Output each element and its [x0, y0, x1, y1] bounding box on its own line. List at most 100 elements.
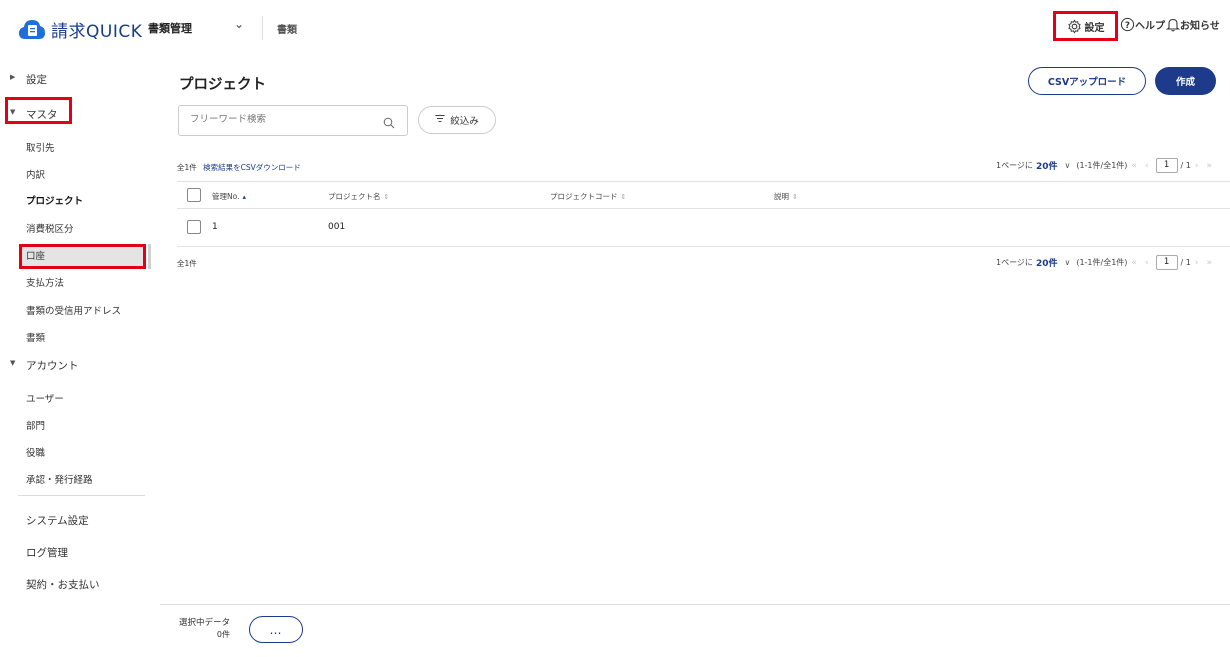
sidebar-item-payment[interactable]: 支払方法: [26, 275, 64, 289]
first-page-icon[interactable]: «: [1131, 258, 1137, 268]
selected-label: 選択中データ: [179, 618, 231, 628]
sidebar-item-receive-address[interactable]: 書類の受信用アドレス: [26, 303, 121, 317]
sidebar-item-departments[interactable]: 部門: [26, 418, 45, 432]
sidebar-divider: [18, 495, 145, 496]
page-input[interactable]: 1: [1155, 158, 1178, 173]
column-header-description[interactable]: 説明 ⇕: [774, 191, 798, 202]
document-logo-icon: [19, 19, 45, 41]
csv-upload-button[interactable]: CSVアップロード: [1028, 67, 1146, 95]
table-header: 管理No. ▴ プロジェクト名 ⇕ プロジェクトコード ⇕ 説明 ⇕: [177, 181, 1230, 209]
sort-icon[interactable]: ⇕: [384, 193, 390, 201]
first-page-icon[interactable]: «: [1131, 161, 1137, 171]
table-row[interactable]: 1 001: [177, 209, 1230, 247]
main-content: プロジェクト CSVアップロード 作成 絞込み 全1件 検索結果をCSVダウンロ…: [160, 58, 1230, 604]
last-page-icon[interactable]: »: [1206, 161, 1212, 171]
sidebar-item-approval-route[interactable]: 承認・発行経路: [26, 472, 93, 486]
next-page-icon[interactable]: ›: [1195, 258, 1199, 268]
notice-button[interactable]: お知らせ: [1166, 17, 1220, 32]
create-button[interactable]: 作成: [1155, 67, 1216, 95]
column-label: プロジェクト名: [328, 192, 381, 201]
notice-label: お知らせ: [1180, 21, 1220, 32]
chevron-down-icon[interactable]: ∨: [1064, 258, 1070, 267]
row-checkbox[interactable]: [187, 220, 201, 234]
help-button[interactable]: ? ヘルプ: [1120, 17, 1165, 32]
bell-icon: [1166, 17, 1180, 32]
sidebar: ▶ 設定 ▼ マスタ 取引先 内訳 プロジェクト 消費税区分 口座 支払方法 書…: [0, 58, 152, 657]
selected-count: 0件: [216, 630, 231, 639]
sidebar-item-project[interactable]: プロジェクト: [26, 193, 83, 207]
sidebar-item-contract[interactable]: 契約・お支払い: [26, 577, 100, 592]
pager-top: 1ページに 20件 ∨ (1-1件/全1件) « ‹ 1 / 1 › »: [996, 158, 1212, 173]
product-select[interactable]: 書類管理: [148, 20, 192, 36]
header-divider: [262, 16, 263, 40]
per-page-select[interactable]: 20件: [1036, 256, 1058, 269]
chevron-down-icon[interactable]: ⌄: [234, 17, 244, 31]
sidebar-item-users[interactable]: ユーザー: [26, 391, 64, 405]
sort-icon[interactable]: ⇕: [792, 193, 798, 201]
filter-icon: [435, 114, 445, 126]
column-header-code[interactable]: プロジェクトコード ⇕: [550, 191, 626, 202]
filter-button[interactable]: 絞込み: [418, 106, 496, 134]
prev-page-icon[interactable]: ‹: [1145, 161, 1149, 171]
total-count: 全1件: [177, 163, 197, 172]
sidebar-group-account[interactable]: アカウント: [26, 358, 79, 373]
page-title: プロジェクト: [179, 77, 266, 93]
last-page-icon[interactable]: »: [1206, 258, 1212, 268]
selection-footer: 選択中データ 0件 …: [160, 604, 1230, 657]
help-label: ヘルプ: [1135, 21, 1165, 32]
search-box: [178, 105, 408, 136]
select-all-checkbox[interactable]: [187, 188, 201, 202]
sidebar-item-documents[interactable]: 書類: [26, 330, 45, 344]
total-count-bottom: 全1件: [177, 259, 197, 268]
sort-asc-icon[interactable]: ▴: [242, 193, 246, 201]
per-page-prefix: 1ページに: [996, 161, 1033, 170]
sidebar-item-system-settings[interactable]: システム設定: [26, 513, 89, 528]
app-logo[interactable]: 請求QUICK: [19, 17, 142, 42]
per-page-prefix: 1ページに: [996, 258, 1033, 267]
per-page-select[interactable]: 20件: [1036, 159, 1058, 172]
more-actions-button[interactable]: …: [249, 616, 303, 643]
search-icon[interactable]: [383, 114, 395, 129]
svg-text:?: ?: [1125, 20, 1130, 30]
csv-download-link[interactable]: 検索結果をCSVダウンロード: [203, 163, 301, 172]
cell-name: 001: [328, 222, 346, 232]
page-input[interactable]: 1: [1155, 255, 1178, 270]
sidebar-group-settings[interactable]: 設定: [26, 72, 47, 87]
column-label: プロジェクトコード: [550, 192, 618, 201]
filter-label: 絞込み: [450, 116, 479, 127]
column-header-name[interactable]: プロジェクト名 ⇕: [328, 191, 389, 202]
pager-range: (1-1件/全1件): [1076, 258, 1128, 267]
column-label: 説明: [774, 192, 789, 201]
settings-button[interactable]: 設定: [1053, 11, 1118, 41]
page-total: / 1: [1180, 161, 1191, 170]
gear-icon: [1067, 19, 1082, 34]
pager-range: (1-1件/全1件): [1076, 161, 1128, 170]
sidebar-item-log[interactable]: ログ管理: [26, 545, 68, 560]
result-summary: 全1件 検索結果をCSVダウンロード: [177, 162, 301, 173]
page-total: / 1: [1180, 258, 1191, 267]
next-page-icon[interactable]: ›: [1195, 161, 1199, 171]
breadcrumb[interactable]: 書類: [277, 21, 297, 36]
question-circle-icon: ?: [1120, 17, 1135, 32]
cell-no: 1: [212, 222, 218, 232]
selected-data-label: 選択中データ 0件: [179, 617, 230, 641]
prev-page-icon[interactable]: ‹: [1145, 258, 1149, 268]
settings-label: 設定: [1084, 22, 1105, 34]
caret-down-icon: ▼: [10, 108, 16, 116]
sidebar-group-master[interactable]: マスタ: [26, 107, 58, 122]
column-header-no[interactable]: 管理No. ▴: [212, 191, 246, 202]
app-header: 請求QUICK 書類管理 ⌄ 書類 設定 ? ヘルプ お知らせ: [0, 0, 1230, 58]
sidebar-item-breakdown[interactable]: 内訳: [26, 167, 45, 181]
column-label: 管理No.: [212, 192, 240, 201]
sidebar-item-tax[interactable]: 消費税区分: [26, 221, 74, 235]
sort-icon[interactable]: ⇕: [621, 193, 627, 201]
pager-bottom: 1ページに 20件 ∨ (1-1件/全1件) « ‹ 1 / 1 › »: [996, 255, 1212, 270]
caret-right-icon: ▶: [10, 73, 16, 81]
sidebar-item-positions[interactable]: 役職: [26, 445, 45, 459]
chevron-down-icon[interactable]: ∨: [1064, 161, 1070, 170]
sidebar-item-account[interactable]: 口座: [26, 248, 45, 262]
sidebar-scroll-indicator: [148, 244, 151, 269]
logo-text: 請求QUICK: [51, 22, 143, 42]
sidebar-item-clients[interactable]: 取引先: [26, 140, 55, 154]
search-input[interactable]: [190, 114, 370, 125]
